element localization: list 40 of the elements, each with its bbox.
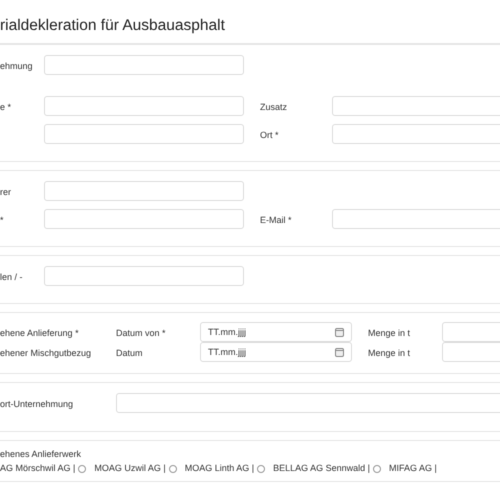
input-field[interactable] <box>116 393 500 413</box>
field-label: Ort * <box>260 130 279 140</box>
group-label: ehenes Anlieferwerk <box>0 448 82 460</box>
radio-button[interactable] <box>168 464 177 472</box>
input-field[interactable] <box>332 96 500 116</box>
field-label: len / - <box>0 272 23 282</box>
input-field[interactable] <box>44 209 244 229</box>
row-label: ehener Mischgutbezug <box>0 348 92 358</box>
field-label: rer <box>0 187 11 197</box>
input-field[interactable] <box>332 124 500 144</box>
option-label: MIFAG AG | <box>389 464 437 473</box>
field-label: Zusatz <box>260 102 288 112</box>
calendar-icon <box>335 328 344 336</box>
page-title: rialdekleration für Ausbauasphalt <box>0 17 225 35</box>
calendar-icon <box>335 348 344 356</box>
row-label: ort-Unternehmung <box>0 399 74 409</box>
field-label: Datum <box>116 348 143 358</box>
option-label: AG Mörschwil AG | <box>0 464 76 473</box>
field-label: E-Mail * <box>260 215 292 225</box>
option-label: BELLAG AG Sennwald | <box>273 464 370 473</box>
radio-button[interactable] <box>373 464 381 472</box>
field-label: Menge in t <box>368 348 410 358</box>
input-field[interactable] <box>44 124 244 144</box>
radio-button[interactable] <box>78 464 86 472</box>
date-field[interactable]: TT.mm.jjjj <box>200 342 352 362</box>
input-field[interactable] <box>44 181 244 201</box>
input-field[interactable] <box>332 209 500 229</box>
option-label: MOAG Linth AG | <box>184 464 254 473</box>
field-label: ehmung <box>0 61 33 71</box>
date-field[interactable]: TT.mm.jjjj <box>200 322 352 342</box>
field-label: e * <box>0 102 12 112</box>
input-field[interactable] <box>44 55 244 75</box>
field-label: Menge in t <box>368 328 410 338</box>
field-label: * <box>0 215 4 225</box>
input-field[interactable] <box>44 96 244 116</box>
field-label: Datum von * <box>116 328 166 338</box>
radio-button[interactable] <box>257 464 266 472</box>
row-label: ehene Anlieferung * <box>0 328 79 338</box>
input-field[interactable] <box>44 266 244 286</box>
option-label: MOAG Uzwil AG | <box>94 464 166 473</box>
